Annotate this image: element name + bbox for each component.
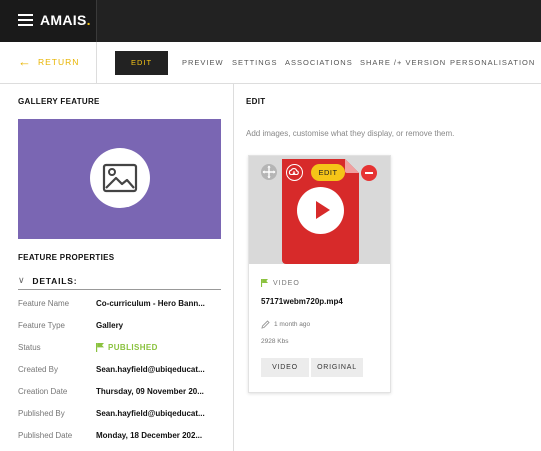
edit-hint: Add images, customise what they display,… bbox=[246, 129, 455, 138]
property-row: Feature Name Co-curriculum - Hero Bann..… bbox=[18, 299, 228, 313]
media-filename: 57171webm720p.mp4 bbox=[261, 297, 343, 306]
property-value: Thursday, 09 November 20... bbox=[96, 387, 204, 396]
property-key: Status bbox=[18, 343, 41, 352]
move-icon[interactable] bbox=[261, 164, 277, 180]
tab-associations[interactable]: ASSOCIATIONS bbox=[285, 42, 353, 84]
property-row: Status PUBLISHED bbox=[18, 343, 228, 357]
tab-preview[interactable]: PREVIEW bbox=[182, 42, 224, 84]
arrow-left-icon: ← bbox=[18, 54, 32, 69]
media-type-label: VIDEO bbox=[273, 279, 300, 287]
property-key: Feature Name bbox=[18, 299, 70, 308]
nav-bar: ← RETURN EDIT PREVIEW SETTINGS ASSOCIATI… bbox=[0, 42, 541, 84]
divider bbox=[18, 289, 221, 290]
property-value: Sean.hayfield@ubiqeducat... bbox=[96, 409, 205, 418]
panel-title: GALLERY FEATURE bbox=[18, 97, 100, 106]
modified-text: 1 month ago bbox=[274, 321, 311, 328]
edit-button[interactable]: EDIT bbox=[311, 164, 345, 181]
property-row: Feature Type Gallery bbox=[18, 321, 228, 335]
media-card[interactable]: EDIT VIDEO 57171webm720p.mp4 1 month ago… bbox=[248, 155, 391, 393]
property-row: Published Date Monday, 18 December 202..… bbox=[18, 431, 228, 445]
media-modified: 1 month ago bbox=[261, 320, 310, 329]
flag-icon bbox=[261, 279, 268, 287]
property-value: Gallery bbox=[96, 321, 124, 330]
property-value: Sean.hayfield@ubiqeducat... bbox=[96, 365, 205, 374]
feature-properties-title: FEATURE PROPERTIES bbox=[18, 253, 115, 262]
return-label: RETURN bbox=[38, 57, 80, 67]
remove-button[interactable] bbox=[361, 165, 377, 181]
status-text: PUBLISHED bbox=[108, 343, 158, 352]
flag-icon bbox=[96, 343, 104, 352]
cloud-icon[interactable] bbox=[286, 164, 303, 181]
property-row: Creation Date Thursday, 09 November 20..… bbox=[18, 387, 228, 401]
image-icon bbox=[90, 148, 150, 208]
top-bar: AMAIS. bbox=[0, 0, 541, 42]
status-badge: PUBLISHED bbox=[96, 343, 158, 352]
edit-title: EDIT bbox=[246, 97, 266, 106]
media-type: VIDEO bbox=[261, 279, 300, 287]
details-toggle[interactable]: ∨ DETAILS: bbox=[18, 275, 77, 286]
edit-panel: EDIT Add images, customise what they dis… bbox=[235, 84, 541, 451]
tab-edit[interactable]: EDIT bbox=[115, 51, 168, 75]
feature-panel: GALLERY FEATURE FEATURE PROPERTIES ∨ DET… bbox=[0, 84, 234, 451]
tab-personalisation[interactable]: PERSONALISATION bbox=[450, 42, 535, 84]
property-key: Published By bbox=[18, 409, 65, 418]
property-key: Creation Date bbox=[18, 387, 68, 396]
property-row: Created By Sean.hayfield@ubiqeducat... bbox=[18, 365, 228, 379]
property-value: Monday, 18 December 202... bbox=[96, 431, 203, 440]
property-key: Published Date bbox=[18, 431, 73, 440]
details-label: DETAILS: bbox=[32, 275, 78, 286]
video-button[interactable]: VIDEO bbox=[261, 358, 309, 377]
property-key: Created By bbox=[18, 365, 59, 374]
media-size: 2928 Kbs bbox=[261, 338, 289, 345]
property-row: Published By Sean.hayfield@ubiqeducat... bbox=[18, 409, 228, 423]
play-icon bbox=[297, 187, 344, 234]
chevron-down-icon: ∨ bbox=[18, 275, 26, 285]
hamburger-icon[interactable] bbox=[18, 14, 33, 26]
minus-icon bbox=[365, 172, 373, 174]
return-button[interactable]: ← RETURN bbox=[18, 54, 80, 69]
property-value: Co-curriculum - Hero Bann... bbox=[96, 299, 205, 308]
original-button[interactable]: ORIGINAL bbox=[311, 358, 363, 377]
tab-settings[interactable]: SETTINGS bbox=[232, 42, 278, 84]
feature-image[interactable] bbox=[18, 119, 221, 239]
brand-block: AMAIS. bbox=[0, 0, 97, 42]
media-thumbnail[interactable]: EDIT bbox=[249, 156, 390, 264]
divider bbox=[96, 42, 97, 84]
app-logo[interactable]: AMAIS. bbox=[40, 12, 91, 28]
tab-share-version[interactable]: SHARE /+ VERSION bbox=[360, 42, 446, 84]
pencil-icon bbox=[261, 320, 270, 329]
property-key: Feature Type bbox=[18, 321, 65, 330]
